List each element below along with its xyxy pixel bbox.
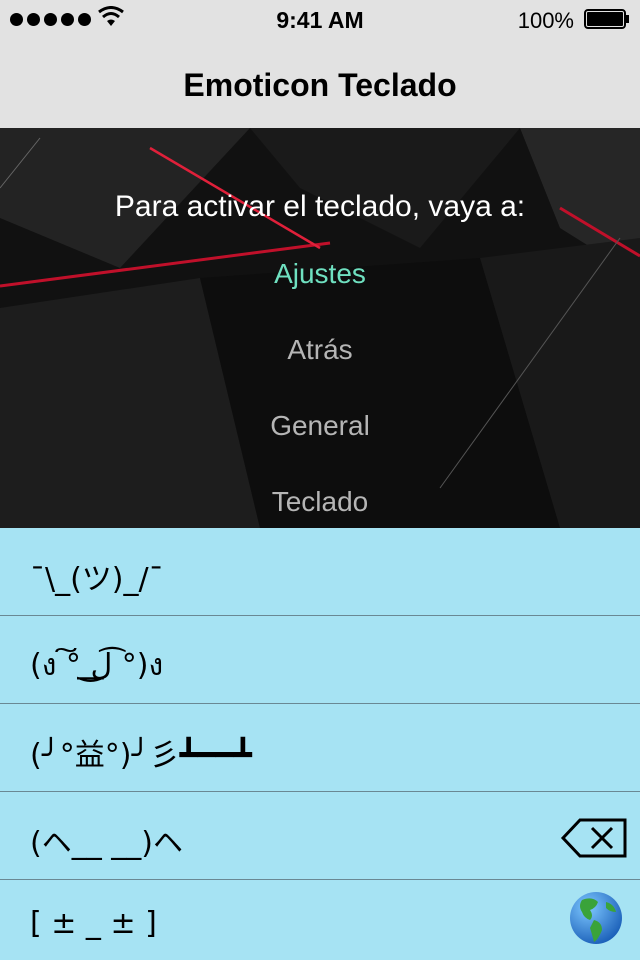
status-bar: 9:41 AM 100%	[0, 0, 640, 40]
step-ajustes-link[interactable]: Ajustes	[0, 258, 640, 290]
emoticon-key[interactable]: (ヘ__ __)ヘ	[0, 792, 640, 880]
emoticon-key[interactable]: [ ± _ ± ]	[0, 880, 640, 960]
step-general: General	[270, 410, 370, 441]
emoticon-key[interactable]: (╯°益°)╯彡┻━━┻	[0, 704, 640, 792]
globe-icon[interactable]	[568, 890, 624, 946]
battery-icon	[584, 9, 629, 29]
emoticon-text: (ヘ__ __)ヘ	[30, 826, 183, 861]
page-title: Emoticon Teclado	[183, 67, 457, 103]
step-teclado: Teclado	[271, 486, 369, 517]
backspace-icon[interactable]	[560, 818, 628, 858]
navigation-bar: Emoticon Teclado	[0, 40, 640, 129]
step-atras: Atrás	[287, 334, 353, 365]
emoticon-text: ¯\_(ツ)_/¯	[30, 562, 164, 597]
emoticon-key[interactable]: (ง ͠° ͟ل͜ ͡°)ง	[0, 616, 640, 704]
emoticon-text: [ ± _ ± ]	[30, 906, 157, 941]
emoticon-text: (╯°益°)╯彡┻━━┻	[30, 738, 252, 773]
background-image	[0, 128, 640, 528]
instructions-text: Para activar el teclado, vaya a:	[114, 190, 526, 223]
emoticon-key[interactable]: ¯\_(ツ)_/¯	[0, 528, 640, 616]
battery-percentage: 100%	[517, 8, 574, 33]
instructions-panel: Para activar el teclado, vaya a: Ajustes…	[0, 128, 640, 528]
emoticon-keyboard: ¯\_(ツ)_/¯ (ง ͠° ͟ل͜ ͡°)ง (╯°益°)╯彡┻━━┻ (ヘ…	[0, 528, 640, 960]
emoticon-text: (ง ͠° ͟ل͜ ͡°)ง	[30, 648, 164, 683]
